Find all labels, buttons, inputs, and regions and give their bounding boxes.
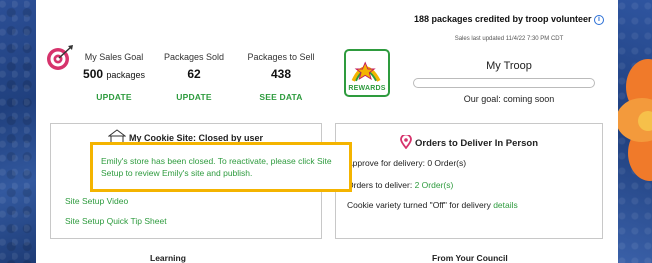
quick-tip-sheet-link[interactable]: Site Setup Quick Tip Sheet [65,216,167,226]
dashboard-panel: My Sales Goal 500 packages UPDATE Packag… [36,0,618,263]
packages-sold-update-link[interactable]: UPDATE [160,92,228,102]
approve-delivery-row: Approve for delivery: 0 Order(s) [347,158,467,168]
packages-sold-stat: Packages Sold 62 UPDATE [160,52,228,102]
packages-sold-label: Packages Sold [163,52,225,62]
orders-title: Orders to Deliver In Person [336,135,602,149]
rewards-button[interactable]: REWARDS [344,49,390,97]
packages-to-sell-stat: Packages to Sell 438 SEE DATA [244,52,318,102]
background-left [0,0,36,263]
background-right [616,0,652,263]
sales-goal-stat: My Sales Goal 500 packages UPDATE [80,52,148,102]
packages-to-sell-label: Packages to Sell [247,52,315,62]
packages-to-sell-value: 438 [270,67,292,81]
sales-goal-label: My Sales Goal [84,52,144,62]
variety-details-link[interactable]: details [493,200,518,210]
sales-updated-text: Sales last updated 11/4/22 7:30 PM CDT [454,36,564,42]
info-icon[interactable]: i [594,15,605,25]
credited-text: 188 packages credited by troop volunteer… [404,14,614,25]
orders-card: Orders to Deliver In Person Approve for … [335,123,603,239]
learning-heading: Learning [150,253,186,263]
orders-to-deliver-row: Orders to deliver: 2 Order(s) [347,180,454,190]
troop-progress-bar [413,78,595,88]
rewards-star-icon [351,61,381,82]
my-troop-title: My Troop [486,60,532,72]
packages-sold-value: 62 [187,67,201,81]
variety-off-row: Cookie variety turned "Off" for delivery… [347,200,518,210]
orders-to-deliver-link[interactable]: 2 Order(s) [415,180,454,190]
location-pin-icon [400,135,412,149]
site-setup-video-link[interactable]: Site Setup Video [65,196,128,206]
council-heading: From Your Council [432,253,508,263]
store-closed-callout: Emily's store has been closed. To reacti… [90,142,352,192]
target-icon [47,45,73,70]
troop-goal-text: Our goal: coming soon [463,94,555,104]
rewards-label: REWARDS [348,85,386,92]
sales-goal-update-link[interactable]: UPDATE [80,92,148,102]
see-data-link[interactable]: SEE DATA [244,92,318,102]
sales-goal-value: 500 packages [83,67,145,81]
